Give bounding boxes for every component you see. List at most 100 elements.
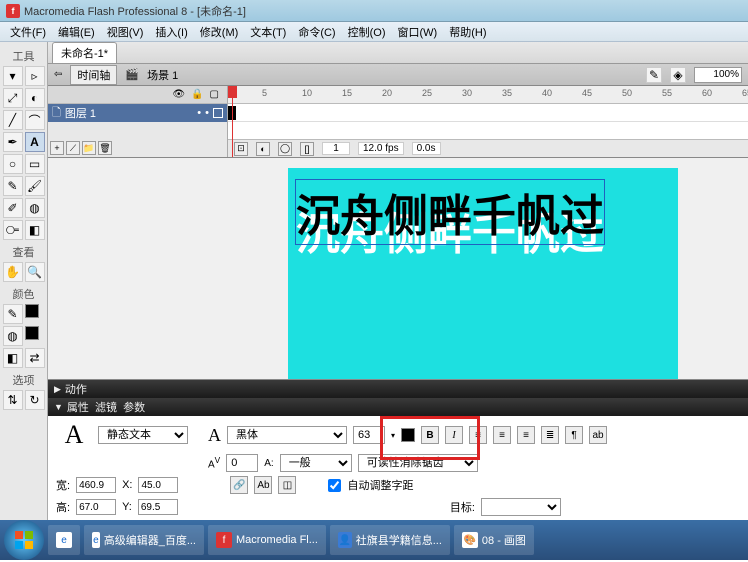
pencil-tool[interactable]: ✎ xyxy=(3,176,23,196)
position-select[interactable]: 一般 xyxy=(280,454,352,472)
scene-name[interactable]: 场景 1 xyxy=(147,67,178,83)
h-label: 高: xyxy=(56,499,70,515)
timeline-ruler[interactable]: 1 5 10 15 20 25 30 35 40 45 50 55 60 65 xyxy=(228,86,748,104)
onion-outline-button[interactable]: ◯ xyxy=(278,142,292,156)
menu-control[interactable]: 控制(O) xyxy=(342,22,392,42)
menu-edit[interactable]: 编辑(E) xyxy=(52,22,101,42)
add-layer-button[interactable]: + xyxy=(50,141,64,155)
zoom-input[interactable] xyxy=(694,67,742,83)
text-orientation[interactable]: ⇅ xyxy=(3,390,23,410)
edit-symbol-icon[interactable]: ◈ xyxy=(670,67,686,83)
taskbar-ie[interactable]: e xyxy=(48,525,80,555)
tools-heading: 工具 xyxy=(13,48,35,64)
eraser-tool[interactable]: ◧ xyxy=(25,220,45,240)
taskbar-item[interactable]: e高级编辑器_百度... xyxy=(84,525,204,555)
para-button[interactable]: ◫ xyxy=(278,476,296,494)
bold-button[interactable]: B xyxy=(421,426,439,444)
gradient-tool[interactable]: ◐ xyxy=(25,88,45,108)
start-button[interactable] xyxy=(4,520,44,560)
justify-button[interactable]: ≣ xyxy=(541,426,559,444)
menu-insert[interactable]: 插入(I) xyxy=(149,22,193,42)
back-icon[interactable]: ⇦ xyxy=(54,69,62,80)
ink-tool[interactable]: ✐ xyxy=(3,198,23,218)
menu-window[interactable]: 窗口(W) xyxy=(392,22,444,42)
align-right-button[interactable]: ≡ xyxy=(517,426,535,444)
paragraph-button[interactable]: ¶ xyxy=(565,426,583,444)
antialiasing-select[interactable]: 可读性消除锯齿 xyxy=(358,454,478,472)
paint-bucket-tool[interactable]: ◍ xyxy=(25,198,45,218)
time-value: 0.0s xyxy=(412,142,441,155)
text-rotate[interactable]: ↻ xyxy=(25,390,45,410)
fill-swatch[interactable] xyxy=(25,326,39,340)
onion-skin-button[interactable]: ◐ xyxy=(256,142,270,156)
link-button[interactable]: 🔗 xyxy=(230,476,248,494)
y-input[interactable] xyxy=(138,499,178,515)
menu-file[interactable]: 文件(F) xyxy=(4,22,52,42)
font-select[interactable]: 黑体 xyxy=(227,426,347,444)
delete-layer-button[interactable]: 🗑 xyxy=(98,141,112,155)
pen-tool[interactable]: ✒ xyxy=(3,132,23,152)
height-input[interactable] xyxy=(76,499,116,515)
lasso-tool[interactable]: ⌒ xyxy=(25,110,45,130)
fill-color[interactable]: ◍ xyxy=(3,326,23,346)
autokern-checkbox[interactable] xyxy=(328,479,341,492)
swap-colors[interactable]: ⇄ xyxy=(25,348,45,368)
text-color-swatch[interactable] xyxy=(401,428,415,442)
align-left-button[interactable]: ≡ xyxy=(469,426,487,444)
rectangle-tool[interactable]: ▭ xyxy=(25,154,45,174)
oval-tool[interactable]: ○ xyxy=(3,154,23,174)
layer-row[interactable]: 🗋 图层 1 •• xyxy=(48,104,227,122)
edit-multi-button[interactable]: [] xyxy=(300,142,314,156)
stage-area[interactable]: 沉舟侧畔千帆过 沉舟侧畔千帆过 xyxy=(48,158,748,379)
default-colors[interactable]: ◧ xyxy=(3,348,23,368)
font-size-input[interactable] xyxy=(353,426,385,444)
menu-text[interactable]: 文本(T) xyxy=(244,22,292,42)
text-type-select[interactable]: 静态文本 xyxy=(98,426,188,444)
stage[interactable]: 沉舟侧畔千帆过 沉舟侧畔千帆过 xyxy=(288,168,678,379)
line-tool[interactable]: ╱ xyxy=(3,110,23,130)
selection-tool[interactable]: ▾ xyxy=(3,66,23,86)
free-transform-tool[interactable]: ⤢ xyxy=(3,88,23,108)
zoom-tool[interactable]: 🔍 xyxy=(25,262,45,282)
menu-modify[interactable]: 修改(M) xyxy=(194,22,245,42)
align-center-button[interactable]: ≡ xyxy=(493,426,511,444)
char-button[interactable]: Ab xyxy=(254,476,272,494)
caret-right-icon: ▶ xyxy=(54,384,61,395)
add-guide-button[interactable]: ⟋ xyxy=(66,141,80,155)
stroke-swatch[interactable] xyxy=(25,304,39,318)
menu-view[interactable]: 视图(V) xyxy=(101,22,150,42)
actions-panel-header[interactable]: ▶ 动作 xyxy=(48,380,748,398)
lock-icon[interactable]: 🔒 xyxy=(191,89,203,100)
properties-panel-header[interactable]: ▼ 属性 滤镜 参数 xyxy=(48,398,748,416)
add-folder-button[interactable]: 📁 xyxy=(82,141,96,155)
size-stepper[interactable]: ▾ xyxy=(391,431,395,440)
hand-tool[interactable]: ✋ xyxy=(3,262,23,282)
timeline-track[interactable] xyxy=(228,104,748,122)
edit-scene-icon[interactable]: ✎ xyxy=(646,67,662,83)
italic-button[interactable]: I xyxy=(445,426,463,444)
timeline-toggle[interactable]: 时间轴 xyxy=(70,65,117,85)
brush-tool[interactable]: 🖌 xyxy=(25,176,45,196)
stroke-color[interactable]: ✎ xyxy=(3,304,23,324)
taskbar-item[interactable]: 🎨08 - 画图 xyxy=(454,525,534,555)
x-input[interactable] xyxy=(138,477,178,493)
document-tab[interactable]: 未命名-1* xyxy=(52,42,117,63)
menu-commands[interactable]: 命令(C) xyxy=(292,22,341,42)
timeline: 👁 🔒 ▢ 🗋 图层 1 •• + ⟋ 📁 🗑 xyxy=(48,86,748,158)
subselection-tool[interactable]: ▹ xyxy=(25,66,45,86)
taskbar-item[interactable]: fMacromedia Fl... xyxy=(208,525,326,555)
taskbar-item[interactable]: 👤社旗县学籍信息... xyxy=(330,525,450,555)
eye-icon[interactable]: 👁 xyxy=(172,89,185,100)
width-input[interactable] xyxy=(76,477,116,493)
target-select[interactable] xyxy=(481,498,561,516)
playhead[interactable] xyxy=(232,86,233,157)
text-object[interactable]: 沉舟侧畔千帆过 xyxy=(296,180,604,244)
outline-icon[interactable]: ▢ xyxy=(210,89,219,100)
orientation-button[interactable]: ab xyxy=(589,426,607,444)
eyedropper-tool[interactable]: ⧃ xyxy=(3,220,23,240)
letter-spacing-input[interactable] xyxy=(226,454,258,472)
center-frame-button[interactable]: ⊡ xyxy=(234,142,248,156)
text-tool[interactable]: A xyxy=(25,132,45,152)
menu-help[interactable]: 帮助(H) xyxy=(443,22,492,42)
autokern-label: 自动调整字距 xyxy=(347,477,413,493)
